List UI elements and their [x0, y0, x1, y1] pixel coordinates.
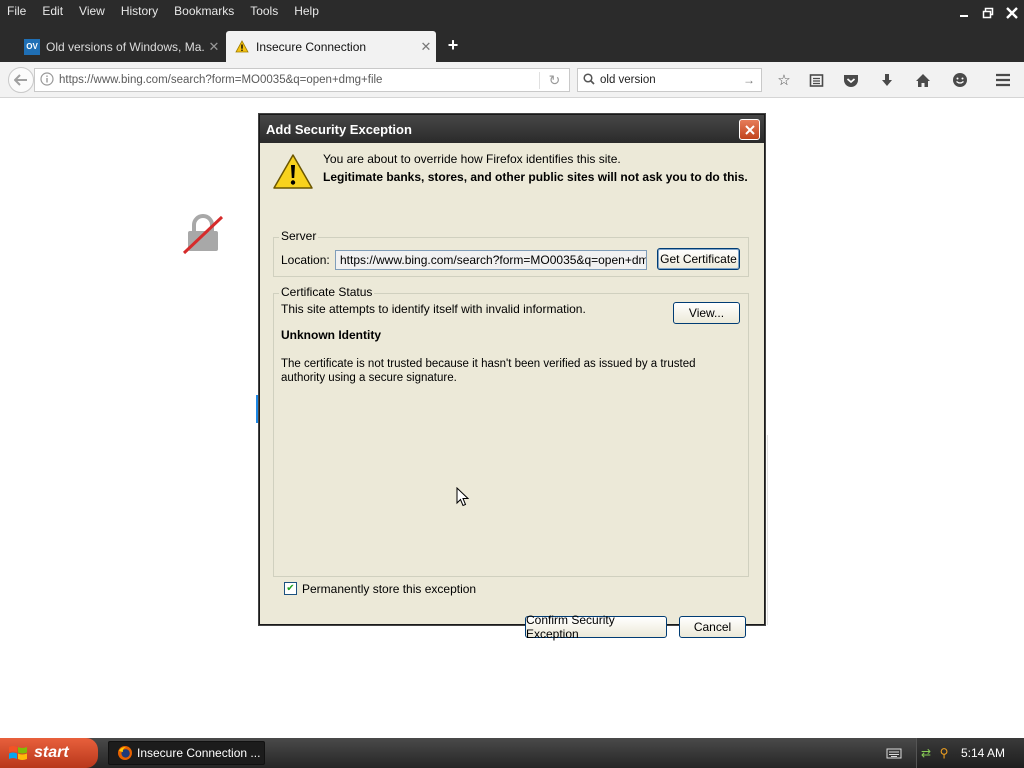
new-tab-button[interactable]: +: [444, 35, 462, 56]
taskbar-item-firefox[interactable]: Insecure Connection ...: [108, 741, 265, 765]
menu-tools[interactable]: Tools: [242, 4, 286, 18]
warning-icon: [234, 39, 250, 55]
start-label: start: [34, 744, 69, 761]
restore-icon: [982, 7, 994, 19]
warning-message: You are about to override how Firefox id…: [323, 152, 621, 166]
menu-bookmarks[interactable]: Bookmarks: [166, 4, 242, 18]
mouse-cursor-icon: [456, 487, 470, 507]
pocket-icon[interactable]: [840, 70, 862, 90]
certificate-status-legend: Certificate Status: [279, 285, 375, 299]
downloads-icon[interactable]: [876, 70, 898, 90]
warning-icon: [273, 154, 313, 189]
windows-flag-icon: [9, 746, 27, 760]
search-tray-icon[interactable]: ⚲: [935, 746, 953, 760]
dialog-title: Add Security Exception: [266, 121, 412, 137]
info-icon[interactable]: [35, 71, 59, 89]
warning-message-bold: Legitimate banks, stores, and other publ…: [323, 170, 748, 184]
menu-edit[interactable]: Edit: [34, 4, 71, 18]
certificate-description: The certificate is not trusted because i…: [281, 358, 696, 384]
keyboard-icon[interactable]: [886, 746, 902, 760]
navigation-bar: https://www.bing.com/search?form=MO0035&…: [0, 62, 1024, 98]
dialog-close-button[interactable]: [739, 119, 760, 140]
search-input[interactable]: old version: [600, 74, 743, 86]
status-text: This site attempts to identify itself wi…: [281, 302, 586, 316]
menu-bar: File Edit View History Bookmarks Tools H…: [0, 0, 1024, 22]
arrow-left-icon: [14, 74, 27, 86]
close-icon: [744, 124, 755, 135]
permanent-exception-label[interactable]: Permanently store this exception: [302, 582, 476, 596]
menu-help[interactable]: Help: [286, 4, 327, 18]
view-button[interactable]: View...: [673, 302, 740, 324]
menu-file[interactable]: File: [0, 4, 34, 18]
dialog-body: You are about to override how Firefox id…: [260, 143, 764, 641]
close-icon: [1006, 7, 1018, 19]
clock: 5:14 AM: [961, 746, 1006, 760]
url-bar[interactable]: https://www.bing.com/search?form=MO0035&…: [34, 68, 570, 92]
tab-insecure-connection[interactable]: Insecure Connection ✕: [226, 31, 436, 62]
taskbar-item-title: Insecure Connection ...: [137, 746, 261, 760]
broken-lock-icon: [182, 214, 224, 255]
server-legend: Server: [279, 229, 319, 243]
confirm-security-exception-button[interactable]: Confirm Security Exception: [525, 613, 667, 641]
taskbar: start Insecure Connection ... ⇄ ⚲ 5:14 A…: [0, 738, 1024, 768]
firefox-icon: [118, 746, 132, 760]
search-icon: [578, 72, 600, 88]
system-tray: ⇄ ⚲ 5:14 AM: [916, 738, 1024, 768]
location-field[interactable]: https://www.bing.com/search?form=MO0035&…: [335, 250, 647, 270]
hamburger-menu-icon[interactable]: [992, 70, 1014, 90]
add-security-exception-dialog: Add Security Exception You are about to …: [259, 114, 765, 641]
arrow-right-icon[interactable]: →: [743, 73, 761, 87]
reload-icon[interactable]: ↻: [539, 71, 569, 89]
tab-close-icon[interactable]: ✕: [204, 39, 224, 55]
network-icon[interactable]: ⇄: [917, 746, 935, 760]
unknown-identity-heading: Unknown Identity: [281, 328, 381, 342]
tab-close-icon[interactable]: ✕: [416, 39, 436, 55]
ov-icon: OV: [24, 38, 40, 55]
minimize-icon: [960, 15, 968, 17]
bookmark-star-icon[interactable]: ☆: [773, 70, 795, 90]
tab-title: Old versions of Windows, Ma...: [46, 39, 204, 54]
start-button[interactable]: start: [0, 738, 98, 768]
url-text[interactable]: https://www.bing.com/search?form=MO0035&…: [59, 74, 539, 86]
permanent-exception-checkbox[interactable]: ✔: [284, 582, 297, 595]
menu-history[interactable]: History: [113, 4, 166, 18]
back-button[interactable]: [8, 67, 34, 93]
get-certificate-button[interactable]: Get Certificate: [657, 248, 740, 270]
cancel-button[interactable]: Cancel: [679, 616, 746, 638]
hello-icon[interactable]: [949, 70, 971, 90]
tab-old-versions[interactable]: OV Old versions of Windows, Ma... ✕: [16, 31, 224, 62]
reading-list-icon[interactable]: [805, 70, 827, 90]
home-icon[interactable]: [912, 70, 934, 90]
dialog-titlebar[interactable]: Add Security Exception: [260, 115, 764, 143]
search-bar[interactable]: old version →: [577, 68, 762, 92]
tab-strip: OV Old versions of Windows, Ma... ✕ Inse…: [0, 22, 1024, 62]
location-label: Location:: [281, 253, 330, 267]
tab-title: Insecure Connection: [256, 39, 367, 54]
menu-view[interactable]: View: [71, 4, 113, 18]
